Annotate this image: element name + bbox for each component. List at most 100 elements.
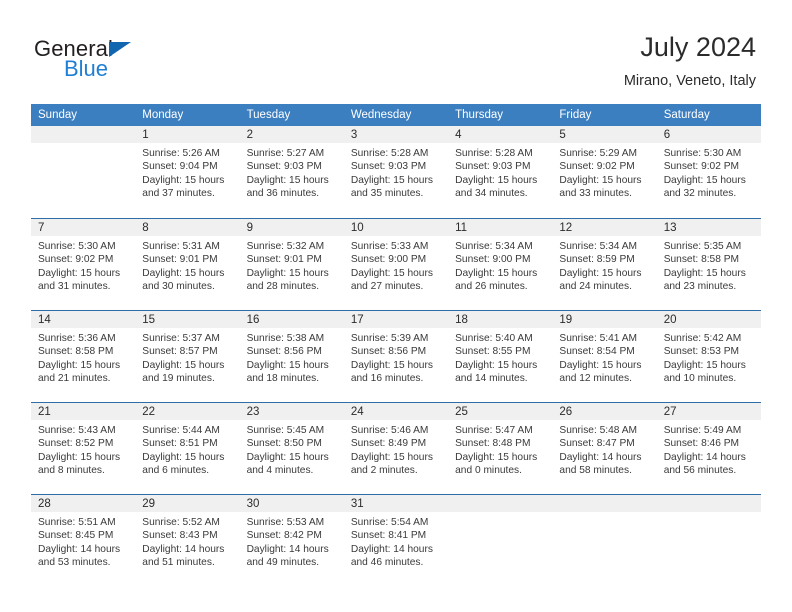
sunrise-text: Sunrise: 5:30 AM <box>38 241 116 252</box>
weekday-header-wednesday: Wednesday <box>343 104 449 126</box>
daylight-text-line2: and 51 minutes. <box>142 557 215 569</box>
day-details: Sunrise: 5:53 AM Sunset: 8:42 PM Daylight:… <box>240 512 344 570</box>
sunset-text: Sunset: 8:49 PM <box>350 438 427 450</box>
calendar-day-cell[interactable]: 21 Sunrise: 5:43 AM Sunset: 8:52 PM Dayligh… <box>31 402 136 494</box>
daylight-text-line1: Daylight: 14 hours <box>663 451 746 463</box>
day-number: 10 <box>343 219 449 236</box>
calendar-day-cell[interactable]: 1 Sunrise: 5:26 AM Sunset: 9:04 PM Daylight… <box>135 126 240 218</box>
sunset-text: Sunset: 8:47 PM <box>559 438 635 450</box>
day-details: Sunrise: 5:35 AM Sunset: 8:58 PM Daylight:… <box>657 236 761 294</box>
calendar-day-cell[interactable]: 10 Sunrise: 5:33 AM Sunset: 9:00 PM Dayligh… <box>343 218 449 310</box>
sunset-text: Sunset: 9:01 PM <box>142 254 218 266</box>
calendar-day-cell[interactable]: 3 Sunrise: 5:28 AM Sunset: 9:03 PM Daylight… <box>343 126 449 218</box>
daylight-text-line1: Daylight: 14 hours <box>350 543 433 555</box>
day-cell-inner: 27 Sunrise: 5:49 AM Sunset: 8:46 PM Dayligh… <box>656 402 761 494</box>
calendar-day-cell[interactable]: 2 Sunrise: 5:27 AM Sunset: 9:03 PM Daylight… <box>239 126 344 218</box>
calendar-day-cell[interactable]: 23 Sunrise: 5:45 AM Sunset: 8:50 PM Dayligh… <box>239 402 344 494</box>
daylight-text-line2: and 2 minutes. <box>350 465 418 477</box>
weekday-header-sunday: Sunday <box>31 104 136 126</box>
calendar-day-cell[interactable]: 25 Sunrise: 5:47 AM Sunset: 8:48 PM Dayligh… <box>448 402 553 494</box>
sunrise-text: Sunrise: 5:28 AM <box>455 148 533 159</box>
title-block: July 2024 Mirano, Veneto, Italy <box>624 30 756 90</box>
day-number: 26 <box>552 403 657 420</box>
daylight-text-line2: and 12 minutes. <box>559 373 632 385</box>
sunrise-text: Sunrise: 5:49 AM <box>663 425 742 436</box>
sunset-text: Sunset: 8:41 PM <box>350 530 427 542</box>
day-number <box>552 495 657 512</box>
calendar-day-cell[interactable]: 16 Sunrise: 5:38 AM Sunset: 8:56 PM Dayligh… <box>239 310 344 402</box>
calendar-day-cell[interactable]: 22 Sunrise: 5:44 AM Sunset: 8:51 PM Dayligh… <box>135 402 240 494</box>
sunset-text: Sunset: 8:46 PM <box>663 438 740 450</box>
sunset-text: Sunset: 8:58 PM <box>663 254 740 266</box>
day-details: Sunrise: 5:39 AM Sunset: 8:56 PM Daylight:… <box>344 328 448 386</box>
calendar-day-cell[interactable]: 17 Sunrise: 5:39 AM Sunset: 8:56 PM Dayligh… <box>343 310 449 402</box>
day-number: 11 <box>448 219 553 236</box>
calendar-week-row: 21 Sunrise: 5:43 AM Sunset: 8:52 PM Dayligh… <box>31 402 761 494</box>
brand-logo[interactable]: General Blue <box>34 36 234 88</box>
calendar-day-cell[interactable]: 29 Sunrise: 5:52 AM Sunset: 8:43 PM Dayligh… <box>135 494 240 586</box>
calendar-day-cell[interactable]: 11 Sunrise: 5:34 AM Sunset: 9:00 PM Dayligh… <box>448 218 553 310</box>
daylight-text-line1: Daylight: 15 hours <box>350 267 433 279</box>
day-number: 25 <box>448 403 553 420</box>
daylight-text-line1: Daylight: 15 hours <box>559 267 642 279</box>
day-cell-inner <box>552 494 657 586</box>
page-title: July 2024 <box>640 32 756 62</box>
calendar-page: General Blue July 2024 Mirano, Veneto, I… <box>0 0 792 612</box>
day-number: 3 <box>343 126 449 143</box>
day-details: Sunrise: 5:29 AM Sunset: 9:02 PM Daylight:… <box>552 143 656 201</box>
calendar-day-cell[interactable]: 20 Sunrise: 5:42 AM Sunset: 8:53 PM Dayligh… <box>656 310 761 402</box>
weekday-header-saturday: Saturday <box>656 104 761 126</box>
daylight-text-line1: Daylight: 15 hours <box>455 174 538 186</box>
day-cell-inner: 4 Sunrise: 5:28 AM Sunset: 9:03 PM Daylight… <box>448 126 553 218</box>
day-cell-inner: 21 Sunrise: 5:43 AM Sunset: 8:52 PM Dayligh… <box>31 402 136 494</box>
daylight-text-line2: and 10 minutes. <box>663 373 737 385</box>
daylight-text-line1: Daylight: 15 hours <box>455 359 538 371</box>
sunrise-text: Sunrise: 5:29 AM <box>559 148 637 159</box>
daylight-text-line1: Daylight: 15 hours <box>142 359 225 371</box>
calendar-day-cell[interactable]: 31 Sunrise: 5:54 AM Sunset: 8:41 PM Dayligh… <box>343 494 449 586</box>
calendar-day-cell[interactable]: 15 Sunrise: 5:37 AM Sunset: 8:57 PM Dayligh… <box>135 310 240 402</box>
day-details: Sunrise: 5:41 AM Sunset: 8:54 PM Daylight:… <box>552 328 656 386</box>
calendar-day-cell[interactable]: 6 Sunrise: 5:30 AM Sunset: 9:02 PM Daylight… <box>656 126 761 218</box>
calendar-day-cell[interactable]: 7 Sunrise: 5:30 AM Sunset: 9:02 PM Daylight… <box>31 218 136 310</box>
daylight-text-line2: and 19 minutes. <box>142 373 215 385</box>
calendar-body: 1 Sunrise: 5:26 AM Sunset: 9:04 PM Daylight… <box>31 126 761 586</box>
calendar-day-cell[interactable]: 18 Sunrise: 5:40 AM Sunset: 8:55 PM Dayligh… <box>448 310 553 402</box>
calendar-day-cell[interactable]: 24 Sunrise: 5:46 AM Sunset: 8:49 PM Dayligh… <box>343 402 449 494</box>
triangle-icon <box>109 42 131 57</box>
daylight-text-line1: Daylight: 15 hours <box>663 359 746 371</box>
calendar-day-cell[interactable]: 12 Sunrise: 5:34 AM Sunset: 8:59 PM Dayligh… <box>552 218 657 310</box>
calendar-day-cell[interactable]: 9 Sunrise: 5:32 AM Sunset: 9:01 PM Daylight… <box>239 218 344 310</box>
calendar-day-cell[interactable]: 19 Sunrise: 5:41 AM Sunset: 8:54 PM Dayligh… <box>552 310 657 402</box>
sunrise-text: Sunrise: 5:44 AM <box>142 425 220 436</box>
calendar-day-cell[interactable]: 8 Sunrise: 5:31 AM Sunset: 9:01 PM Daylight… <box>135 218 240 310</box>
day-number: 1 <box>135 126 240 143</box>
sunset-text: Sunset: 8:52 PM <box>38 438 114 450</box>
calendar-day-cell[interactable]: 27 Sunrise: 5:49 AM Sunset: 8:46 PM Dayligh… <box>656 402 761 494</box>
sunset-text: Sunset: 9:02 PM <box>663 161 740 173</box>
calendar-day-cell[interactable]: 4 Sunrise: 5:28 AM Sunset: 9:03 PM Daylight… <box>448 126 553 218</box>
day-number <box>656 495 761 512</box>
sunrise-text: Sunrise: 5:36 AM <box>38 333 116 344</box>
daylight-text-line2: and 32 minutes. <box>663 188 737 200</box>
calendar-cell-empty <box>552 494 657 586</box>
calendar-day-cell[interactable]: 5 Sunrise: 5:29 AM Sunset: 9:02 PM Daylight… <box>552 126 657 218</box>
day-details: Sunrise: 5:54 AM Sunset: 8:41 PM Daylight:… <box>344 512 448 570</box>
day-cell-inner: 17 Sunrise: 5:39 AM Sunset: 8:56 PM Dayligh… <box>343 310 449 402</box>
calendar-day-cell[interactable]: 30 Sunrise: 5:53 AM Sunset: 8:42 PM Dayligh… <box>239 494 344 586</box>
calendar-day-cell[interactable]: 26 Sunrise: 5:48 AM Sunset: 8:47 PM Dayligh… <box>552 402 657 494</box>
sunset-text: Sunset: 8:56 PM <box>350 346 427 358</box>
day-number: 14 <box>31 311 136 328</box>
daylight-text-line1: Daylight: 15 hours <box>38 451 121 463</box>
daylight-text-line2: and 49 minutes. <box>246 557 320 569</box>
daylight-text-line2: and 37 minutes. <box>142 188 215 200</box>
calendar-week-row: 1 Sunrise: 5:26 AM Sunset: 9:04 PM Daylight… <box>31 126 761 218</box>
calendar-day-cell[interactable]: 28 Sunrise: 5:51 AM Sunset: 8:45 PM Dayligh… <box>31 494 136 586</box>
daylight-text-line1: Daylight: 15 hours <box>142 174 225 186</box>
calendar-day-cell[interactable]: 13 Sunrise: 5:35 AM Sunset: 8:58 PM Dayligh… <box>656 218 761 310</box>
day-cell-inner: 22 Sunrise: 5:44 AM Sunset: 8:51 PM Dayligh… <box>135 402 240 494</box>
day-cell-inner: 14 Sunrise: 5:36 AM Sunset: 8:58 PM Dayligh… <box>31 310 136 402</box>
daylight-text-line2: and 34 minutes. <box>455 188 528 200</box>
calendar-day-cell[interactable]: 14 Sunrise: 5:36 AM Sunset: 8:58 PM Dayligh… <box>31 310 136 402</box>
daylight-text-line2: and 30 minutes. <box>142 281 215 293</box>
